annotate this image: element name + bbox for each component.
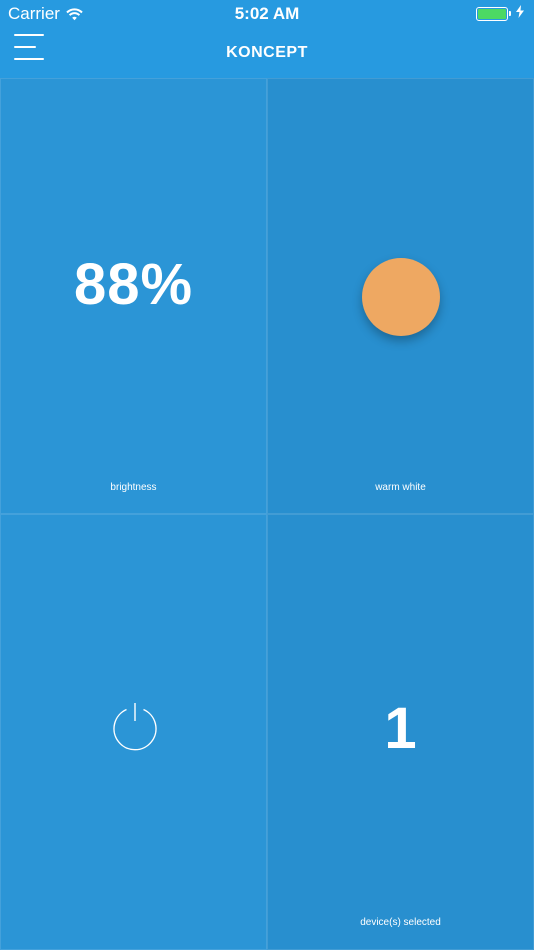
brightness-label: brightness: [110, 482, 157, 493]
status-left: Carrier: [8, 4, 83, 24]
device-count: 1: [384, 696, 417, 761]
devices-tile[interactable]: 1 device(s) selected: [267, 514, 534, 950]
color-swatch[interactable]: [362, 258, 440, 336]
battery-fill: [478, 9, 506, 19]
power-icon[interactable]: [111, 703, 159, 751]
wifi-icon: [66, 7, 83, 21]
menu-line: [14, 46, 36, 48]
battery-icon: [476, 7, 511, 21]
brightness-value: 88%: [73, 252, 194, 317]
navigation-bar: KONCEPT: [0, 28, 534, 78]
status-right: [476, 5, 524, 23]
charging-bolt-icon: [516, 5, 524, 23]
brightness-tile[interactable]: 88% brightness: [0, 78, 267, 514]
menu-line: [14, 58, 44, 60]
hamburger-menu-icon[interactable]: [14, 34, 44, 60]
menu-line: [14, 34, 44, 36]
app-title: KONCEPT: [226, 44, 308, 61]
control-grid: 88% brightness warm white 1 device(s) se…: [0, 78, 534, 950]
power-tile[interactable]: [0, 514, 267, 950]
color-label: warm white: [375, 482, 426, 493]
color-tile[interactable]: warm white: [267, 78, 534, 514]
carrier-label: Carrier: [8, 4, 60, 23]
devices-label: device(s) selected: [360, 917, 441, 928]
status-bar: Carrier 5:02 AM: [0, 0, 534, 28]
